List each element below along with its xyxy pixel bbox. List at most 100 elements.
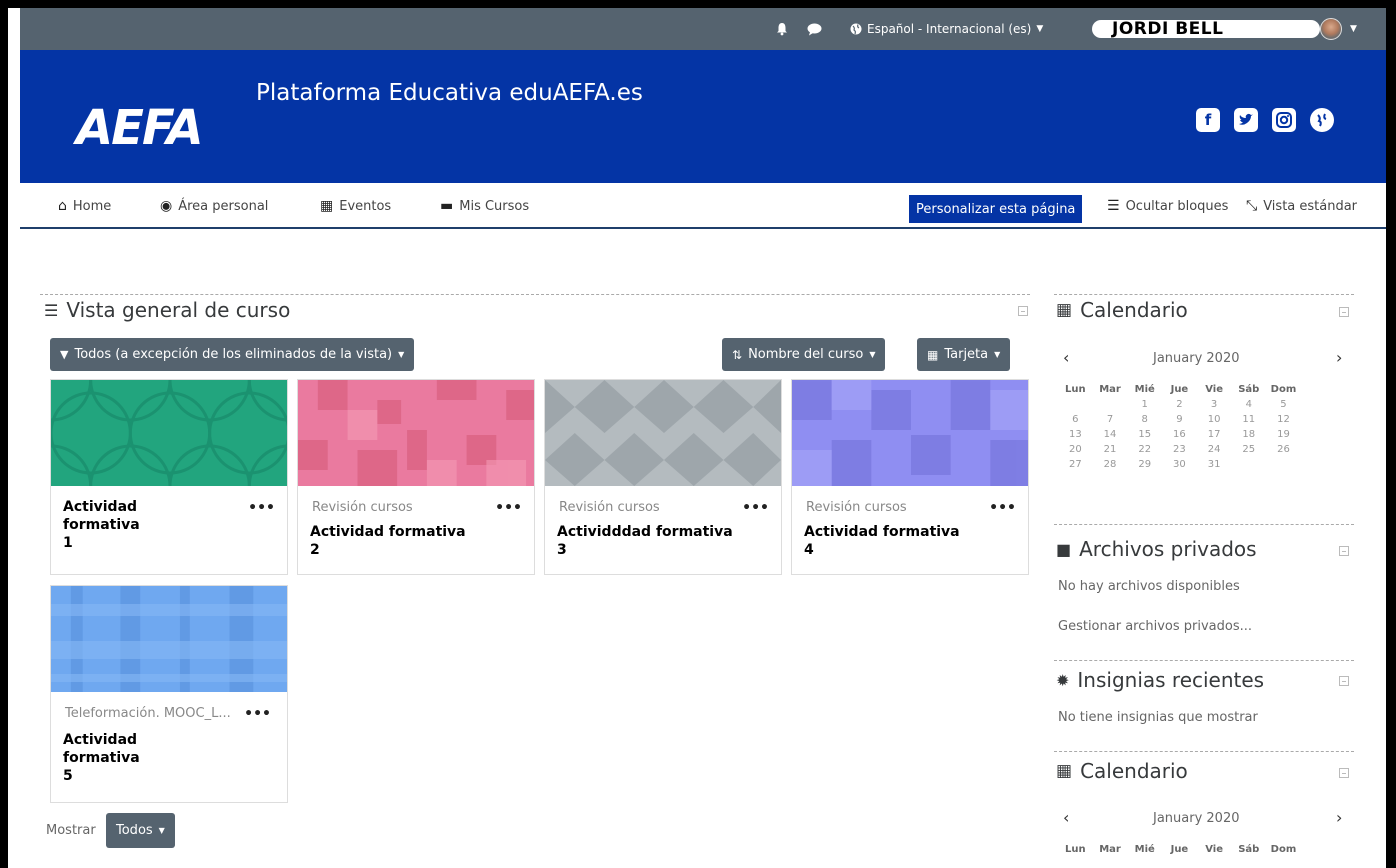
- nav-events[interactable]: ▦ Eventos: [320, 183, 391, 229]
- sort-dropdown-button[interactable]: ⇅ Nombre del curso ▼: [722, 338, 886, 371]
- messages-chat-icon[interactable]: [804, 8, 824, 50]
- calendar-day[interactable]: 1: [1127, 399, 1162, 414]
- user-name[interactable]: JORDI BELL: [1092, 19, 1320, 39]
- block-divider: [1054, 751, 1354, 752]
- calendar-prev-icon[interactable]: ‹: [1063, 808, 1069, 827]
- course-name[interactable]: Actividad formativa 5: [63, 731, 213, 785]
- calendar-day[interactable]: 4: [1231, 399, 1266, 414]
- more-options-icon[interactable]: •••: [244, 706, 271, 722]
- calendar-day[interactable]: 12: [1266, 414, 1301, 429]
- notifications-bell-icon[interactable]: [772, 8, 792, 50]
- course-image: [51, 586, 287, 692]
- user-menu-chevron-icon[interactable]: ▼: [1350, 8, 1357, 50]
- globe-icon[interactable]: [1310, 108, 1334, 132]
- calendar-day[interactable]: 28: [1093, 459, 1128, 474]
- hide-blocks-button[interactable]: ☰ Ocultar bloques: [1107, 183, 1228, 229]
- dashboard-icon: ◉: [160, 198, 173, 214]
- course-number: 2: [310, 542, 320, 558]
- calendar-day[interactable]: 2: [1162, 399, 1197, 414]
- calendar-day[interactable]: 17: [1197, 429, 1232, 444]
- calendar-day[interactable]: 10: [1197, 414, 1232, 429]
- calendar-day[interactable]: 23: [1162, 444, 1197, 459]
- calendar-day[interactable]: 16: [1162, 429, 1197, 444]
- course-name-text: Actividad formativa: [804, 524, 960, 540]
- calendar-day[interactable]: 6: [1058, 414, 1093, 429]
- nav-home-label: Home: [72, 198, 112, 214]
- nav-home[interactable]: ⌂ Home: [58, 183, 111, 229]
- avatar[interactable]: [1320, 18, 1342, 40]
- calendar-next-icon[interactable]: ›: [1336, 348, 1342, 367]
- calendar-month: January 2020: [1153, 351, 1240, 366]
- course-name[interactable]: Actividad formativa 4: [804, 523, 1004, 559]
- calendar-day[interactable]: 26: [1266, 444, 1301, 459]
- calendar-day[interactable]: 30: [1162, 459, 1197, 474]
- view-dropdown-button[interactable]: ▦ Tarjeta ▼: [917, 338, 1011, 371]
- calendar-day[interactable]: 20: [1058, 444, 1093, 459]
- collapse-block-icon[interactable]: [1018, 306, 1028, 316]
- manage-private-files-link[interactable]: Gestionar archivos privados...: [1058, 619, 1252, 634]
- weekday-label: Vie: [1205, 844, 1223, 855]
- calendar-day[interactable]: 22: [1127, 444, 1162, 459]
- nav-my-courses-label: Mis Cursos: [459, 198, 530, 214]
- calendar-day: [1058, 399, 1093, 414]
- calendar-day[interactable]: 8: [1127, 414, 1162, 429]
- customize-page-button[interactable]: Personalizar esta página: [909, 195, 1083, 223]
- course-name[interactable]: Actividad formativa 1: [63, 498, 213, 552]
- more-options-icon[interactable]: •••: [742, 500, 769, 516]
- calendar-next-icon[interactable]: ›: [1336, 808, 1342, 827]
- course-card[interactable]: Revisión cursos Actividad formativa 4 •••: [791, 379, 1029, 575]
- calendar-day[interactable]: 15: [1127, 429, 1162, 444]
- calendar-day[interactable]: 24: [1197, 444, 1232, 459]
- nav-personal-area[interactable]: ◉ Área personal: [160, 183, 268, 229]
- course-category: Revisión cursos: [806, 500, 907, 515]
- collapse-block-icon[interactable]: [1339, 768, 1349, 778]
- course-image: [298, 380, 534, 486]
- calendar-day[interactable]: 29: [1127, 459, 1162, 474]
- filter-dropdown-button[interactable]: ▼ Todos (a excepción de los eliminados d…: [50, 338, 415, 371]
- calendar-day[interactable]: 5: [1266, 399, 1301, 414]
- private-files-title-text: Archivos privados: [1079, 537, 1257, 561]
- course-card[interactable]: Revisión cursos Actividddad formativa 3 •…: [544, 379, 782, 575]
- collapse-block-icon[interactable]: [1339, 676, 1349, 686]
- language-menu[interactable]: Español - Internacional (es) ▼: [850, 8, 1043, 50]
- collapse-block-icon[interactable]: [1339, 546, 1349, 556]
- more-options-icon[interactable]: •••: [989, 500, 1016, 516]
- nav-my-courses[interactable]: ▬ Mis Cursos: [440, 183, 529, 229]
- twitter-icon[interactable]: [1234, 108, 1258, 132]
- calendar-day[interactable]: 31: [1197, 459, 1232, 474]
- course-card[interactable]: Teleformación. MOOC_L... Actividad forma…: [50, 585, 288, 803]
- course-name[interactable]: Actividddad formativa 3: [557, 523, 757, 559]
- calendar-day[interactable]: 11: [1231, 414, 1266, 429]
- calendar-day[interactable]: 18: [1231, 429, 1266, 444]
- standard-view-button[interactable]: ⤡ Vista estándar: [1246, 183, 1357, 229]
- course-card[interactable]: Revisión cursos Actividad formativa 2 •••: [297, 379, 535, 575]
- calendar-day[interactable]: 13: [1058, 429, 1093, 444]
- calendar-day[interactable]: 27: [1058, 459, 1093, 474]
- site-logo[interactable]: AEFA: [76, 100, 204, 156]
- calendar-title-text: Calendario: [1080, 298, 1188, 322]
- course-number: 1: [63, 535, 73, 551]
- more-options-icon[interactable]: •••: [248, 500, 275, 516]
- calendar-day[interactable]: 21: [1093, 444, 1128, 459]
- weekday-label: Jue: [1170, 384, 1189, 395]
- more-options-icon[interactable]: •••: [495, 500, 522, 516]
- weekday-label: Sáb: [1238, 844, 1260, 855]
- calendar-day[interactable]: 3: [1197, 399, 1232, 414]
- calendar-day[interactable]: 19: [1266, 429, 1301, 444]
- instagram-icon[interactable]: [1272, 108, 1296, 132]
- facebook-icon[interactable]: f: [1196, 108, 1220, 132]
- site-header: AEFA Plataforma Educativa eduAEFA.es f: [20, 50, 1386, 183]
- calendar-prev-icon[interactable]: ‹: [1063, 348, 1069, 367]
- block-divider: [1054, 660, 1354, 661]
- chevron-down-icon: ▼: [869, 350, 876, 359]
- show-count-dropdown[interactable]: Todos ▼: [106, 813, 175, 848]
- collapse-block-icon[interactable]: [1339, 307, 1349, 317]
- course-name[interactable]: Actividad formativa 2: [310, 523, 510, 559]
- calendar-block-title: ▦ Calendario: [1056, 759, 1188, 783]
- weekday-label: Mié: [1134, 844, 1155, 855]
- calendar-day[interactable]: 9: [1162, 414, 1197, 429]
- course-card[interactable]: Actividad formativa 1 •••: [50, 379, 288, 575]
- calendar-day[interactable]: 14: [1093, 429, 1128, 444]
- calendar-day[interactable]: 25: [1231, 444, 1266, 459]
- calendar-day[interactable]: 7: [1093, 414, 1128, 429]
